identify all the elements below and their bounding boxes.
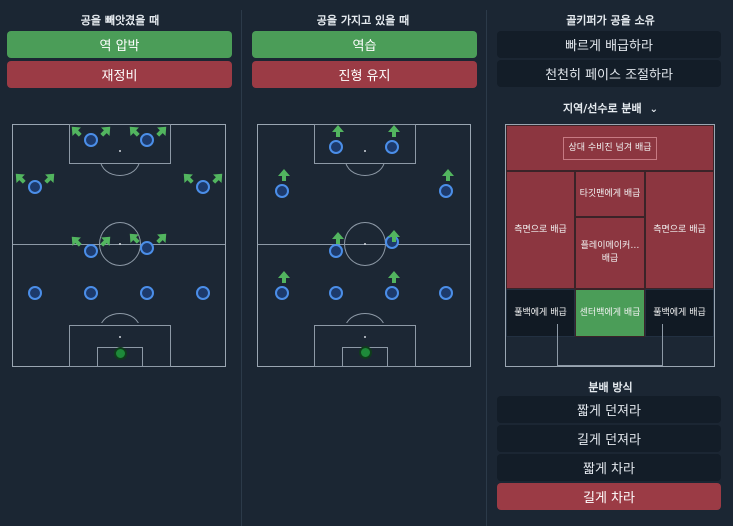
penalty-spot-top — [364, 150, 366, 152]
penalty-box-bottom — [557, 324, 663, 366]
zone-label: 측면으로 배급 — [514, 224, 567, 235]
arrow-icon — [43, 170, 57, 184]
goalkeeper-marker — [114, 347, 127, 360]
arrow-icon — [99, 233, 113, 247]
pitch-diagram — [12, 124, 226, 367]
out-of-possession-column: 공을 빼앗겼을 때 역 압박 재정비 — [0, 0, 240, 526]
penalty-spot-bottom — [364, 336, 366, 338]
arrow-icon — [69, 233, 83, 247]
goalkeeper-header: 골키퍼가 공을 소유 — [566, 14, 655, 27]
zone-flank-right[interactable]: 측면으로 배급 — [645, 171, 714, 289]
player-marker — [385, 286, 399, 300]
chevron-down-icon: ⌄ — [649, 104, 659, 115]
penalty-spot-bottom — [119, 336, 121, 338]
player-marker — [84, 133, 98, 147]
column-divider — [486, 10, 487, 526]
in-possession-column: 공을 가지고 있을 때 역습 진형 유지 — [243, 0, 483, 526]
goalkeeper-marker — [359, 346, 372, 359]
player-marker — [28, 180, 42, 194]
zone-flank-left[interactable]: 측면으로 배급 — [506, 171, 575, 289]
player-marker — [84, 286, 98, 300]
in-possession-header: 공을 가지고 있을 때 — [316, 14, 410, 27]
throw-short-button[interactable]: 짧게 던져라 — [497, 396, 721, 423]
zone-label: 상대 수비진 넘겨 배급 — [563, 136, 657, 160]
arrow-icon — [13, 170, 27, 184]
arrow-icon — [387, 123, 401, 137]
player-marker — [196, 286, 210, 300]
player-marker — [140, 133, 154, 147]
arrow-icon — [69, 123, 83, 137]
player-marker — [140, 286, 154, 300]
out-of-possession-header: 공을 빼앗겼을 때 — [80, 14, 160, 27]
arrow-icon — [181, 170, 195, 184]
zone-over-defence[interactable]: 상대 수비진 넘겨 배급 — [506, 125, 714, 171]
player-marker — [275, 184, 289, 198]
counter-press-button[interactable]: 역 압박 — [7, 31, 232, 58]
player-marker — [329, 140, 343, 154]
arrow-icon — [155, 123, 169, 137]
player-marker — [84, 244, 98, 258]
throw-long-button[interactable]: 길게 던져라 — [497, 425, 721, 452]
hold-shape-button[interactable]: 진형 유지 — [252, 61, 477, 88]
zone-playmaker[interactable]: 플레이메이커… 배급 — [575, 217, 645, 289]
distribution-target-dropdown[interactable]: 지역/선수로 분배 ⌄ — [488, 100, 733, 116]
zone-label: 측면으로 배급 — [653, 224, 706, 235]
regroup-button[interactable]: 재정비 — [7, 61, 232, 88]
kick-short-button[interactable]: 짧게 차라 — [497, 454, 721, 481]
center-spot — [364, 243, 366, 245]
player-marker — [196, 180, 210, 194]
zone-label: 풀백에게 배급 — [514, 307, 567, 318]
arrow-icon — [99, 123, 113, 137]
player-marker — [439, 286, 453, 300]
player-marker — [140, 241, 154, 255]
arrow-icon — [277, 167, 291, 181]
arrow-icon — [331, 123, 345, 137]
player-marker — [28, 286, 42, 300]
arrow-icon — [441, 167, 455, 181]
zone-label: 센터백에게 배급 — [579, 307, 641, 318]
player-marker — [385, 140, 399, 154]
column-divider — [241, 10, 242, 526]
player-marker — [275, 286, 289, 300]
pitch-diagram — [257, 124, 471, 367]
arrow-icon — [387, 228, 401, 242]
zone-target-man[interactable]: 타깃맨에게 배급 — [575, 171, 645, 217]
arrow-icon — [331, 230, 345, 244]
goalkeeper-possession-column: 골키퍼가 공을 소유 빠르게 배급하라 천천히 페이스 조절하라 지역/선수로 … — [488, 0, 733, 526]
arrow-icon — [211, 170, 225, 184]
zone-label: 타깃맨에게 배급 — [579, 188, 641, 199]
player-marker — [329, 244, 343, 258]
distribution-method-header: 분배 방식 — [588, 381, 633, 394]
distribution-pitch: 상대 수비진 넘겨 배급 측면으로 배급 타깃맨에게 배급 플레이메이커… 배급… — [505, 124, 715, 367]
slow-pace-down-button[interactable]: 천천히 페이스 조절하라 — [497, 60, 721, 87]
arrow-icon — [127, 230, 141, 244]
zone-label: 플레이메이커… 배급 — [580, 241, 640, 264]
zone-label: 풀백에게 배급 — [653, 307, 706, 318]
distribute-quickly-button[interactable]: 빠르게 배급하라 — [497, 31, 721, 58]
player-marker — [329, 286, 343, 300]
arrow-icon — [155, 230, 169, 244]
arrow-icon — [387, 269, 401, 283]
arrow-icon — [277, 269, 291, 283]
kick-long-button[interactable]: 길게 차라 — [497, 483, 721, 510]
player-marker — [439, 184, 453, 198]
counter-attack-button[interactable]: 역습 — [252, 31, 477, 58]
center-spot — [119, 243, 121, 245]
penalty-spot-top — [119, 150, 121, 152]
dropdown-label: 지역/선수로 분배 — [562, 102, 642, 115]
arrow-icon — [127, 123, 141, 137]
